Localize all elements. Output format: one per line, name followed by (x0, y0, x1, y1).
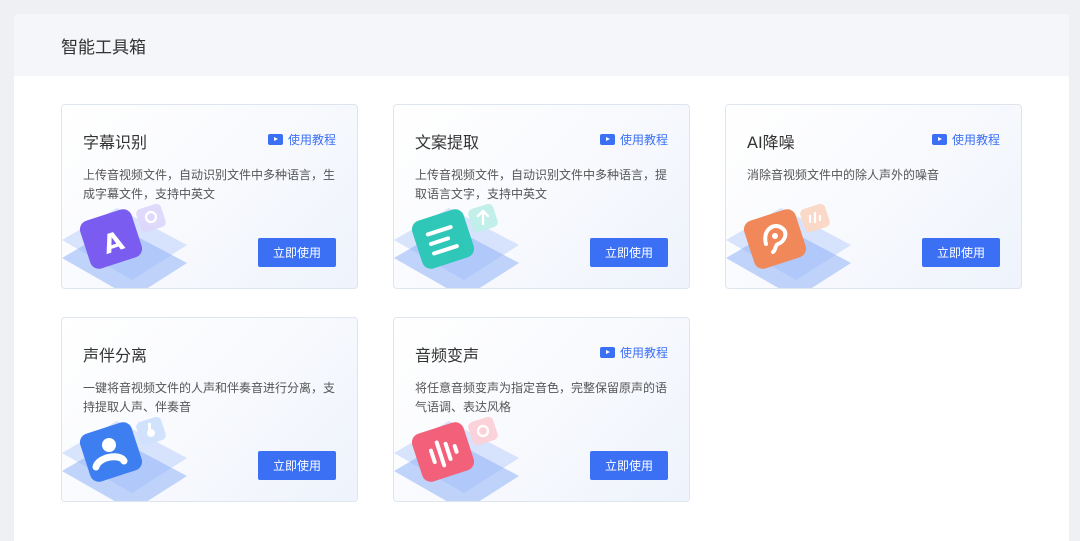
tutorial-link[interactable]: 使用教程 (599, 344, 668, 361)
use-now-button[interactable]: 立即使用 (258, 451, 336, 480)
tool-card-ai-denoise[interactable]: AI降噪 使用教程 消除音视频文件中的除人声外的噪音 立即使用 (725, 104, 1022, 289)
text-lines-icon (394, 203, 519, 288)
tutorial-link[interactable]: 使用教程 (931, 131, 1000, 148)
play-icon (931, 134, 947, 145)
sound-wave-icon (394, 416, 519, 501)
tutorial-label: 使用教程 (619, 133, 668, 147)
card-title: 字幕识别 (83, 133, 148, 152)
tutorial-link[interactable]: 使用教程 (599, 131, 668, 148)
card-title: 文案提取 (415, 133, 480, 152)
panel-header: 智能工具箱 (14, 14, 1069, 76)
card-description: 将任意音频变声为指定音色，完整保留原声的语气语调、表达风格 (415, 381, 668, 414)
tool-card-subtitle-recognition[interactable]: A 字幕识别 使用教程 上传音视频文件，自动识别文件中多种语言，生成字幕文件，支… (61, 104, 358, 289)
ear-icon (726, 203, 851, 288)
use-now-button[interactable]: 立即使用 (590, 451, 668, 480)
person-icon (62, 416, 187, 501)
tool-card-copy-extraction[interactable]: 文案提取 使用教程 上传音视频文件，自动识别文件中多种语言，提取语言文字，支持中… (393, 104, 690, 289)
tool-card-voice-changer[interactable]: 音频变声 使用教程 将任意音频变声为指定音色，完整保留原声的语气语调、表达风格 … (393, 317, 690, 502)
card-description: 上传音视频文件，自动识别文件中多种语言，提取语言文字，支持中英文 (415, 168, 668, 201)
card-description: 消除音视频文件中的除人声外的噪音 (747, 168, 940, 182)
card-title: AI降噪 (747, 133, 795, 152)
card-description: 一键将音视频文件的人声和伴奏音进行分离，支持提取人声、伴奏音 (83, 381, 336, 414)
page-title: 智能工具箱 (61, 37, 146, 58)
use-now-button[interactable]: 立即使用 (258, 238, 336, 267)
tutorial-label: 使用教程 (619, 346, 668, 360)
toolbox-panel: 智能工具箱 A 字幕识别 使用教程 上传音视频文件，自动识别文件中多种语言，生成… (14, 14, 1069, 541)
use-now-button[interactable]: 立即使用 (590, 238, 668, 267)
tutorial-label: 使用教程 (951, 133, 1000, 147)
play-icon (267, 134, 283, 145)
use-now-button[interactable]: 立即使用 (922, 238, 1000, 267)
play-icon (599, 347, 615, 358)
tool-card-vocal-separation[interactable]: 声伴分离 一键将音视频文件的人声和伴奏音进行分离，支持提取人声、伴奏音 立即使用 (61, 317, 358, 502)
letter-a-icon: A (62, 203, 187, 288)
card-description: 上传音视频文件，自动识别文件中多种语言，生成字幕文件，支持中英文 (83, 168, 336, 201)
tutorial-link[interactable]: 使用教程 (267, 131, 336, 148)
card-title: 音频变声 (415, 346, 480, 365)
play-icon (599, 134, 615, 145)
tutorial-label: 使用教程 (287, 133, 336, 147)
card-title: 声伴分离 (83, 346, 148, 365)
